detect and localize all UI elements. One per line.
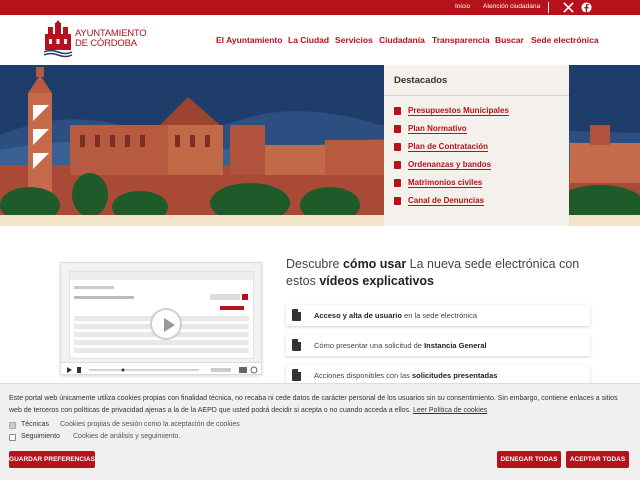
video-instancia-general[interactable]: Cómo presentar una solicitud de Instanci… xyxy=(286,335,590,356)
heading-bold: cómo usar xyxy=(342,257,407,271)
video-file-icon xyxy=(292,369,301,381)
nav-el-ayuntamiento[interactable]: El Ayuntamiento xyxy=(216,35,282,45)
tecnicas-label: Técnicas xyxy=(21,421,50,428)
video-player[interactable] xyxy=(60,262,262,375)
video-file-icon xyxy=(292,309,301,321)
destacado-denuncias[interactable]: Canal de Denuncias xyxy=(394,194,564,208)
destacado-plan-contratacion[interactable]: Plan de Contratación xyxy=(394,140,564,154)
main-nav: El Ayuntamiento La Ciudad Servicios Ciud… xyxy=(0,35,640,47)
play-button[interactable] xyxy=(150,308,182,340)
site-header: AYUNTAMIENTO DE CÓRDOBA El Ayuntamiento … xyxy=(0,15,640,65)
rings-icon xyxy=(394,179,401,187)
heading-bold: vídeos explicativos xyxy=(319,274,434,288)
action-bold: solicitudes presentadas xyxy=(411,371,498,380)
top-utility-bar: Inicio Atención ciudadana xyxy=(0,0,640,15)
nav-buscar[interactable]: Buscar xyxy=(495,35,524,45)
destacado-presupuestos[interactable]: Presupuestos Municipales xyxy=(394,104,564,118)
videos-heading: Descubre cómo usar La nueva sede electró… xyxy=(286,256,586,290)
video-file-icon xyxy=(292,339,301,351)
video-acceso-alta[interactable]: Acceso y alta de usuario en la sede elec… xyxy=(286,305,590,326)
document-icon xyxy=(394,107,401,115)
heading-text: Descubre xyxy=(286,257,343,271)
divider xyxy=(548,2,549,13)
facebook-icon[interactable] xyxy=(581,2,592,13)
destacado-label: Canal de Denuncias xyxy=(408,196,485,206)
cookie-option-seguimiento: Seguimiento Cookies de análisis y seguim… xyxy=(9,433,269,443)
action-label: Acceso y alta de usuario en la sede elec… xyxy=(314,311,477,320)
destacado-label: Plan de Contratación xyxy=(408,142,489,152)
seguimiento-label: Seguimiento xyxy=(21,433,60,440)
action-bold: Acceso y alta de usuario xyxy=(314,311,402,320)
action-label: Acciones disponibles con las solicitudes… xyxy=(314,371,497,380)
save-preferences-button[interactable]: GUARDAR PREFERENCIAS xyxy=(9,451,95,468)
cookie-option-tecnicas: Técnicas Cookies propias de sesión como … xyxy=(9,421,269,431)
atencion-ciudadana-link[interactable]: Atención ciudadana xyxy=(483,3,540,10)
action-label: Cómo presentar una solicitud de Instanci… xyxy=(314,341,487,350)
destacado-label: Presupuestos Municipales xyxy=(408,106,509,116)
destacados-title: Destacados xyxy=(384,65,569,96)
destacados-panel: Destacados Presupuestos Municipales Plan… xyxy=(384,65,569,226)
flag-icon xyxy=(394,125,401,133)
action-pre: Acciones disponibles con las xyxy=(314,371,412,380)
play-icon xyxy=(164,318,175,332)
tecnicas-desc: Cookies propias de sesión como la acepta… xyxy=(60,421,240,428)
tecnicas-checkbox[interactable] xyxy=(9,422,16,429)
destacado-label: Plan Normativo xyxy=(408,124,467,134)
video-controls-bar xyxy=(67,366,258,374)
destacado-label: Ordenanzas y bandos xyxy=(408,160,492,170)
megaphone-icon xyxy=(394,197,401,205)
nav-ciudadania[interactable]: Ciudadanía xyxy=(379,35,425,45)
action-rest: en la sede electrónica xyxy=(401,311,478,320)
seguimiento-desc: Cookies de análisis y seguimiento. xyxy=(73,433,181,440)
cookie-message: Este portal web únicamente utiliza cooki… xyxy=(9,395,618,414)
nav-servicios[interactable]: Servicios xyxy=(335,35,373,45)
action-bold: Instancia General xyxy=(424,341,487,350)
destacado-plan-normativo[interactable]: Plan Normativo xyxy=(394,122,564,136)
book-icon xyxy=(394,161,401,169)
cookie-text: Este portal web únicamente utiliza cooki… xyxy=(9,393,629,417)
destacado-ordenanzas[interactable]: Ordenanzas y bandos xyxy=(394,158,564,172)
nav-transparencia[interactable]: Transparencia xyxy=(432,35,490,45)
nav-la-ciudad[interactable]: La Ciudad xyxy=(288,35,329,45)
destacado-label: Matrimonios civiles xyxy=(408,178,483,188)
nav-sede-electronica[interactable]: Sede electrónica xyxy=(531,35,599,45)
cookie-policy-link[interactable]: Leer Política de cookies xyxy=(413,407,487,414)
inicio-link[interactable]: Inicio xyxy=(455,3,470,10)
action-pre: Cómo presentar una solicitud de xyxy=(314,341,425,350)
accept-all-button[interactable]: ACEPTAR TODAS xyxy=(566,451,629,468)
x-icon[interactable] xyxy=(563,2,574,13)
handshake-icon xyxy=(394,143,401,151)
destacado-matrimonios[interactable]: Matrimonios civiles xyxy=(394,176,564,190)
video-controls[interactable] xyxy=(61,362,261,374)
deny-all-button[interactable]: DENEGAR TODAS xyxy=(497,451,561,468)
seguimiento-checkbox[interactable] xyxy=(9,434,16,441)
video-screenshot xyxy=(69,271,254,359)
